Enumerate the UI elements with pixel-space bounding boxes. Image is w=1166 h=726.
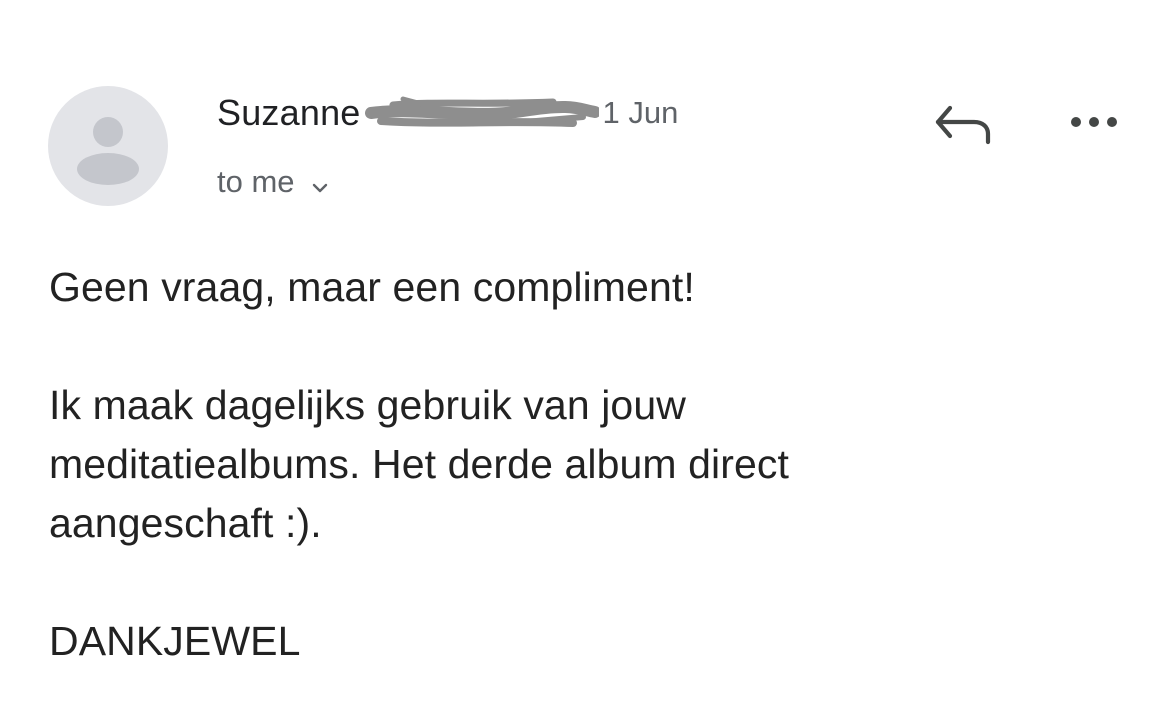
email-header: Suzanne 1 Jun to me xyxy=(0,0,1166,230)
body-paragraph: Ik maak dagelijks gebruik van jouw medit… xyxy=(49,382,789,546)
more-options-button[interactable] xyxy=(1062,102,1126,142)
person-avatar-icon xyxy=(77,117,139,185)
email-date: 1 Jun xyxy=(602,95,679,130)
body-paragraph: DANKJEWEL xyxy=(49,618,301,664)
recipient-toggle[interactable]: to me xyxy=(217,162,331,202)
email-body: Geen vraag, maar een compliment! Ik maak… xyxy=(49,258,1109,671)
chevron-down-icon xyxy=(309,171,331,193)
sender-avatar[interactable] xyxy=(48,86,168,206)
body-paragraph: Geen vraag, maar een compliment! xyxy=(49,264,695,310)
reply-arrow-icon xyxy=(935,105,991,145)
reply-button[interactable] xyxy=(928,96,996,152)
more-horizontal-icon xyxy=(1071,117,1117,127)
sender-line: Suzanne 1 Jun xyxy=(217,90,678,136)
sender-name[interactable]: Suzanne xyxy=(217,92,361,134)
recipient-label: to me xyxy=(217,164,295,199)
sender-name-redaction xyxy=(363,93,599,133)
